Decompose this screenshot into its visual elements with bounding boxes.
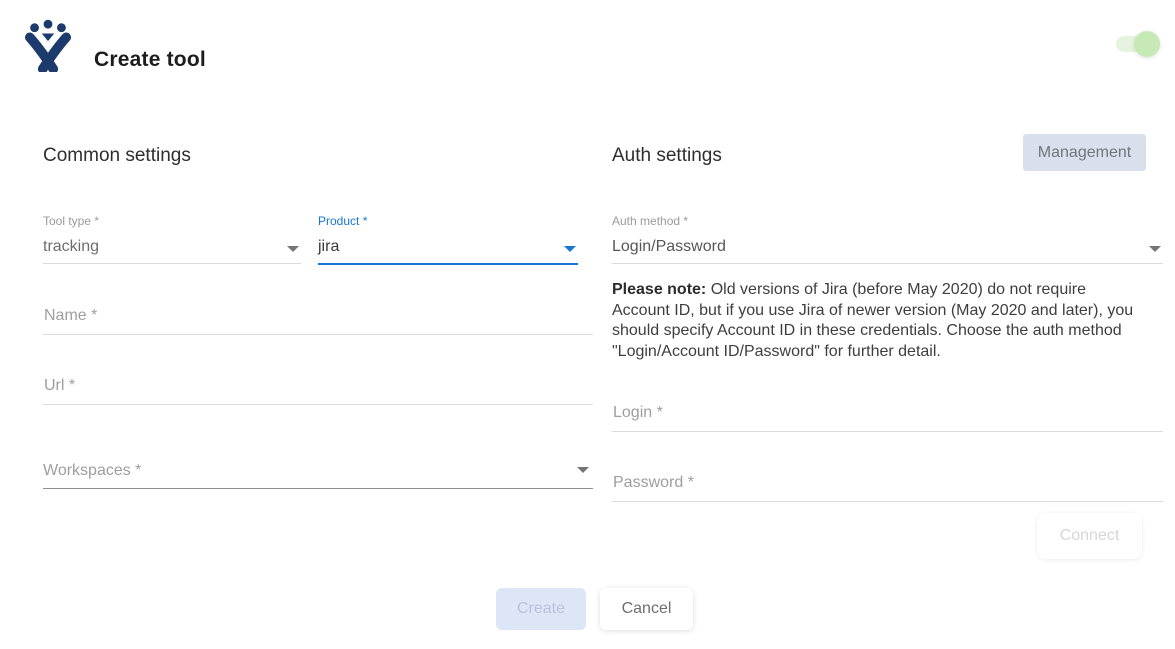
name-input[interactable] [43, 306, 593, 335]
auth-settings-heading: Auth settings [612, 145, 722, 167]
connect-button[interactable]: Connect [1037, 513, 1142, 559]
workspaces-placeholder: Workspaces * [43, 460, 593, 482]
field-underline [43, 488, 593, 489]
create-tool-dialog: Create tool Common settings Auth setting… [0, 0, 1175, 649]
auth-note-lead: Please note: [612, 281, 706, 298]
jira-logo-icon [24, 18, 72, 72]
product-label: Product * [318, 214, 578, 228]
auth-note: Please note: Old versions of Jira (befor… [612, 280, 1142, 362]
field-underline-focused [318, 263, 578, 265]
product-select[interactable]: Product * jira [318, 214, 578, 264]
management-button[interactable]: Management [1023, 134, 1146, 171]
create-button[interactable]: Create [496, 588, 586, 630]
field-underline [612, 263, 1163, 264]
chevron-down-icon [564, 246, 576, 252]
workspaces-select[interactable]: Workspaces * [43, 455, 593, 489]
url-input[interactable] [43, 376, 593, 405]
tool-type-value: tracking [43, 236, 301, 258]
common-settings-heading: Common settings [43, 145, 191, 167]
chevron-down-icon [287, 246, 299, 252]
enabled-toggle[interactable] [1116, 30, 1162, 58]
password-input[interactable] [612, 473, 1163, 502]
tool-type-label: Tool type * [43, 214, 301, 228]
field-underline [43, 263, 301, 264]
login-input[interactable] [612, 403, 1163, 432]
toggle-thumb [1134, 31, 1160, 57]
cancel-button[interactable]: Cancel [600, 588, 693, 630]
chevron-down-icon [577, 467, 589, 473]
auth-method-label: Auth method * [612, 214, 1163, 228]
product-value: jira [318, 236, 578, 258]
page-title: Create tool [94, 48, 206, 72]
chevron-down-icon [1149, 246, 1161, 252]
auth-method-value: Login/Password [612, 236, 1163, 258]
auth-method-select[interactable]: Auth method * Login/Password [612, 214, 1163, 264]
tool-type-select[interactable]: Tool type * tracking [43, 214, 301, 264]
